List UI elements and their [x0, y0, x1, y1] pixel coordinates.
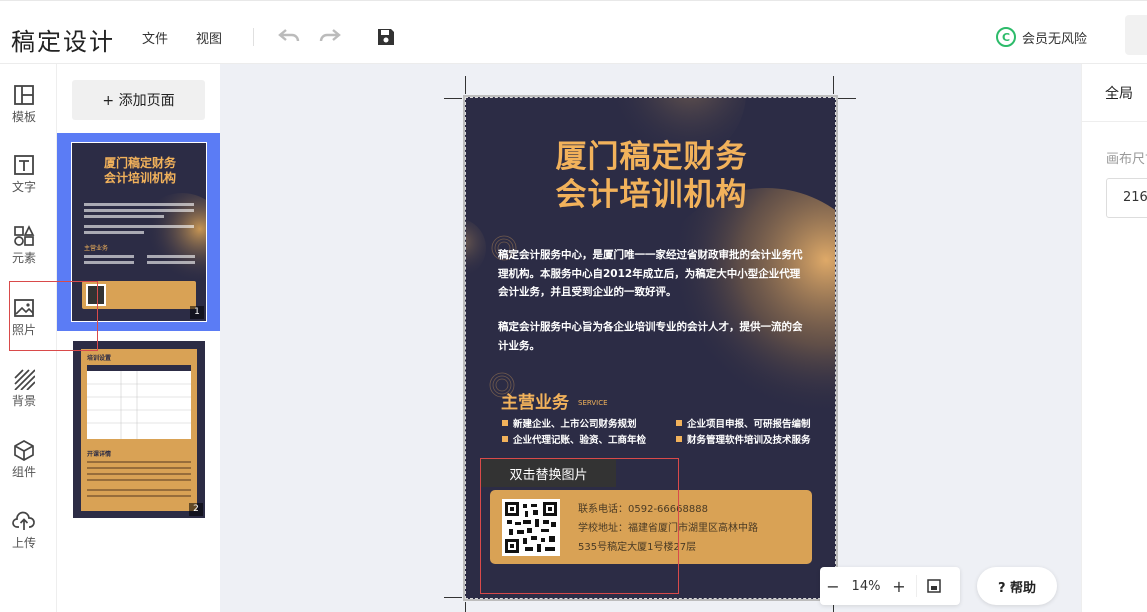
canvas-size-label: 画布尺寸 — [1106, 152, 1147, 167]
rail-label: 模板 — [11, 110, 36, 124]
rail-label: 背景 — [11, 394, 36, 408]
thumb1-title-line2: 会计培训机构 — [103, 171, 176, 185]
thumb2-header: 培训设置 — [87, 355, 112, 362]
service-item[interactable]: 新建企业、上市公司财务规划 — [502, 416, 637, 430]
poster-title-line1: 厦门稿定财务 — [555, 139, 748, 175]
services-title[interactable]: 主营业务 — [501, 388, 569, 413]
upload-icon — [12, 511, 35, 530]
template-icon — [14, 85, 34, 105]
page-number: 1 — [190, 306, 204, 319]
vip-label: 会员无风险 — [1022, 31, 1088, 47]
service-label: 财务管理软件培训及技术服务 — [687, 435, 811, 446]
poster-paragraph-2[interactable]: 稿定会计服务中心旨为各企业培训专业的会计人才，提供一流的会计业务。 — [498, 318, 808, 355]
rail-item-elements[interactable]: 元素 — [0, 225, 48, 266]
rail-label: 元素 — [11, 251, 36, 265]
add-page-button[interactable]: + 添加页面 — [72, 80, 205, 120]
rail-item-background[interactable]: 背景 — [0, 368, 48, 409]
rail-label: 文字 — [11, 180, 36, 194]
zoom-value[interactable]: 14% — [846, 579, 886, 594]
text-icon — [14, 155, 34, 175]
properties-panel: 全局 画布尺寸 2160 — [1081, 64, 1147, 612]
rail-label: 组件 — [11, 465, 36, 479]
zoom-control: − 14% + — [820, 567, 960, 605]
save-icon[interactable] — [376, 27, 396, 47]
rail-item-template[interactable]: 模板 — [0, 84, 48, 125]
rail-label: 上传 — [11, 536, 36, 550]
panel-divider — [1082, 121, 1147, 122]
tab-global[interactable]: 全局 — [1105, 83, 1133, 103]
top-right-button[interactable] — [1125, 15, 1147, 55]
redo-icon[interactable] — [319, 26, 341, 46]
crop-mark — [465, 602, 466, 612]
zoom-out-button[interactable]: − — [820, 577, 846, 596]
component-icon — [14, 440, 34, 461]
elements-icon — [14, 225, 35, 246]
top-bar: 稿定设计 文件 视图 C 会员无风险 — [0, 0, 1147, 64]
service-item[interactable]: 企业项目申报、可研报告编制 — [676, 416, 811, 430]
zoom-divider — [916, 575, 917, 597]
bullet-icon — [502, 420, 508, 426]
crop-mark — [444, 98, 462, 99]
bullet-icon — [502, 436, 508, 442]
rail-item-upload[interactable]: 上传 — [0, 510, 48, 551]
page-thumbnail-2[interactable]: 培训设置 开课详情 2 — [73, 341, 205, 518]
fit-screen-icon[interactable] — [921, 579, 947, 593]
crop-mark — [465, 76, 466, 94]
help-button[interactable]: ? 帮助 — [977, 567, 1057, 605]
toolbar-divider — [253, 28, 254, 46]
crop-mark — [838, 98, 856, 99]
services-subtitle[interactable]: SERVICE — [578, 399, 608, 407]
crop-mark — [444, 597, 462, 598]
poster-title[interactable]: 厦门稿定财务 会计培训机构 — [466, 138, 835, 214]
thumb2-decor — [81, 349, 197, 511]
undo-icon[interactable] — [278, 26, 300, 46]
rail-item-text[interactable]: 文字 — [0, 154, 48, 195]
menu-view[interactable]: 视图 — [196, 28, 222, 47]
poster-title-line2: 会计培训机构 — [555, 177, 748, 213]
service-label: 企业代理记账、验资、工商年检 — [513, 435, 647, 446]
poster-paragraph-1[interactable]: 稿定会计服务中心，是厦门唯一一家经过省财政审批的会计业务代理机构。本服务中心自2… — [498, 246, 808, 302]
rail-item-component[interactable]: 组件 — [0, 439, 48, 480]
hover-highlight-box — [9, 281, 98, 351]
thumb1-services: 主营业务 — [84, 245, 109, 252]
service-item[interactable]: 企业代理记账、验资、工商年检 — [502, 432, 646, 446]
thumb2-section: 开课详情 — [87, 451, 112, 458]
service-item[interactable]: 财务管理软件培训及技术服务 — [676, 432, 811, 446]
service-label: 企业项目申报、可研报告编制 — [687, 419, 811, 430]
menu-file[interactable]: 文件 — [142, 28, 168, 47]
bullet-icon — [676, 420, 682, 426]
service-label: 新建企业、上市公司财务规划 — [513, 419, 637, 430]
app-logo[interactable]: 稿定设计 — [11, 22, 115, 57]
crop-mark — [833, 76, 834, 94]
background-icon — [14, 369, 35, 390]
page-number: 2 — [189, 503, 203, 516]
zoom-in-button[interactable]: + — [886, 577, 912, 596]
thumb1-title-line1: 厦门稿定财务 — [103, 156, 176, 170]
canvas-width-input[interactable]: 2160 — [1106, 178, 1147, 218]
vip-c-icon: C — [996, 27, 1016, 47]
selection-box — [480, 458, 679, 594]
bullet-icon — [676, 436, 682, 442]
vip-badge[interactable]: C 会员无风险 — [996, 26, 1087, 48]
